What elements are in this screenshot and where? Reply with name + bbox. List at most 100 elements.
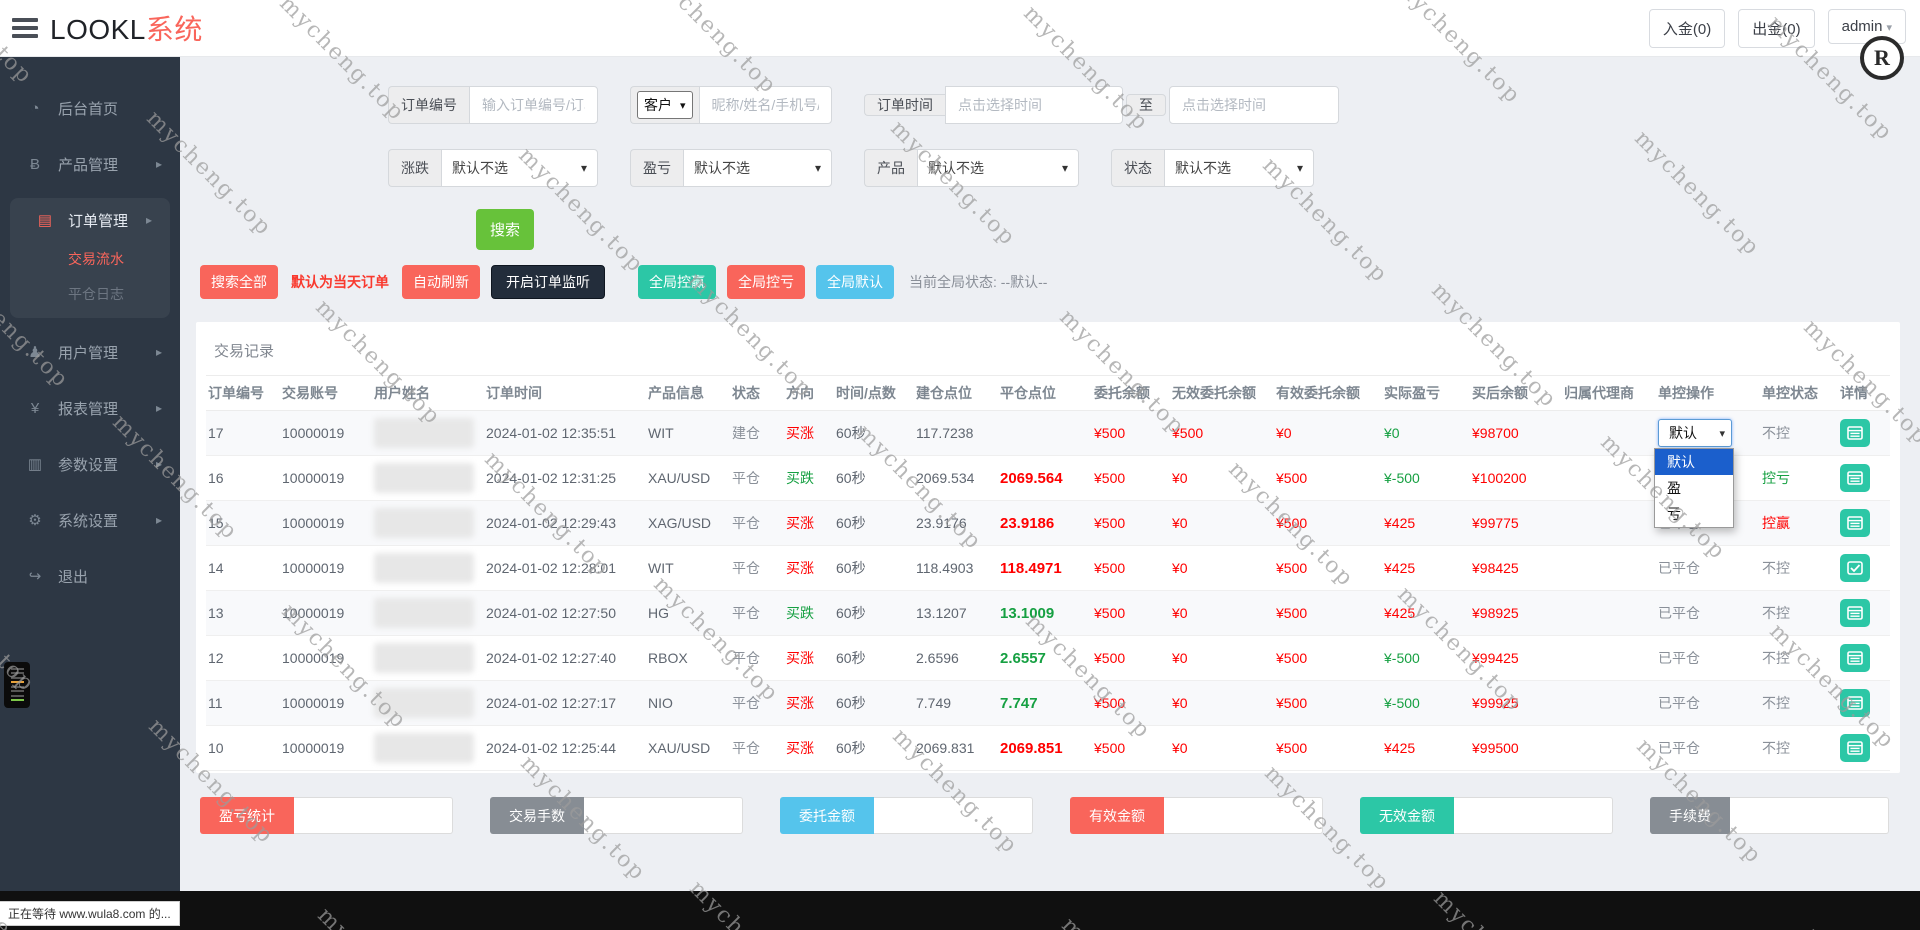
cell-direction: 买涨 xyxy=(784,500,834,546)
withdraw-button[interactable]: 出金(0) xyxy=(1738,9,1815,48)
action-bar: 搜索全部 默认为当天订单 自动刷新 开启订单监听 全局控赢 全局控亏 全局默认 当前全局状态… xyxy=(200,265,1920,299)
sidebar-subitem-close-log[interactable]: 平仓日志 xyxy=(10,277,170,312)
column-header-16: 单控操作 xyxy=(1656,375,1760,411)
cell-control-state: 不控 xyxy=(1760,680,1838,726)
sidebar-item-users[interactable]: ♟ 用户管理 ▸ xyxy=(0,330,180,374)
order-no-label: 订单编号 xyxy=(388,86,469,124)
global-lose-button[interactable]: 全局控亏 xyxy=(727,265,805,299)
cell-valid-entrust: ¥500 xyxy=(1274,545,1382,591)
cell-actual-profit: ¥0 xyxy=(1382,410,1470,456)
deposit-button[interactable]: 入金(0) xyxy=(1648,9,1726,48)
status-select[interactable]: 默认不选 ▾ xyxy=(1164,149,1314,187)
avatar[interactable]: R xyxy=(1860,36,1904,80)
table-row-12: 12 10000019 2024-01-02 12:27:40 RBOX 平仓 买涨 60秒… xyxy=(206,635,1890,681)
cell-direction: 买涨 xyxy=(784,545,834,591)
updown-select[interactable]: 默认不选 ▾ xyxy=(441,149,598,187)
cell-single-control: 已平仓 xyxy=(1656,545,1760,591)
sidebar-subitem-trade-flow[interactable]: 交易流水 xyxy=(10,242,170,277)
global-win-button[interactable]: 全局控赢 xyxy=(638,265,716,299)
cell-single-control: 已平仓 xyxy=(1656,590,1760,636)
global-default-button[interactable]: 全局默认 xyxy=(816,265,894,299)
summary-value-trade-lots[interactable] xyxy=(584,797,743,834)
detail-button[interactable] xyxy=(1840,734,1870,762)
cell-status: 平仓 xyxy=(730,545,784,591)
product-select[interactable]: 默认不选 ▾ xyxy=(917,149,1079,187)
cell-control-state: 控亏 xyxy=(1760,455,1838,501)
detail-button[interactable] xyxy=(1840,464,1870,492)
column-header-3: 订单时间 xyxy=(484,375,646,411)
dropdown-option-2[interactable]: 亏 xyxy=(1655,501,1733,527)
cell-order-time: 2024-01-02 12:25:44 xyxy=(484,725,646,771)
cell-agent xyxy=(1562,410,1656,456)
sidebar-item-home[interactable]: ◔ 后台首页 xyxy=(0,86,180,130)
detail-button[interactable] xyxy=(1840,599,1870,627)
logout-icon: ↪ xyxy=(28,568,42,585)
cell-direction: 买涨 xyxy=(784,410,834,456)
summary-group-trade-lots: 交易手数 xyxy=(490,797,743,834)
cell-detail xyxy=(1838,410,1890,456)
time-to-input[interactable] xyxy=(1169,86,1339,124)
cell-account: 10000019 xyxy=(280,590,372,636)
time-from-input[interactable] xyxy=(945,86,1123,124)
summary-value-pnl-total[interactable] xyxy=(294,797,453,834)
copy-file-icon: ▥ xyxy=(27,456,43,473)
column-header-14: 买后余额 xyxy=(1470,375,1562,411)
cell-control-state: 不控 xyxy=(1760,635,1838,681)
cell-entrust-balance: ¥500 xyxy=(1092,455,1170,501)
single-control-select[interactable]: 默认 ▾ xyxy=(1658,419,1732,447)
summary-value-invalid-amount[interactable] xyxy=(1454,797,1613,834)
detail-button[interactable] xyxy=(1840,509,1870,537)
sidebar-item-orders[interactable]: ▤ 订单管理 ▸ xyxy=(10,198,170,242)
cell-direction: 买涨 xyxy=(784,725,834,771)
sidebar-item-logout[interactable]: ↪ 退出 xyxy=(0,554,180,598)
sidebar-item-reports[interactable]: ¥ 报表管理 ▸ xyxy=(0,386,180,430)
cell-direction: 买跌 xyxy=(784,590,834,636)
auto-refresh-button[interactable]: 自动刷新 xyxy=(402,265,480,299)
customer-input[interactable] xyxy=(698,86,832,124)
logo-suffix: 系统 xyxy=(145,14,203,45)
blurred-username xyxy=(374,508,474,538)
cell-duration: 60秒 xyxy=(834,590,914,636)
sidebar-item-system[interactable]: ⚙ 系统设置 ▸ xyxy=(0,498,180,542)
cell-order-time: 2024-01-02 12:27:40 xyxy=(484,635,646,681)
order-listen-button[interactable]: 开启订单监听 xyxy=(491,265,605,299)
summary-value-valid-amount[interactable] xyxy=(1164,797,1323,834)
sidebar-item-products[interactable]: Ƀ 产品管理 ▸ xyxy=(0,142,180,186)
cell-order-id: 11 xyxy=(206,680,280,726)
user-menu-label: admin xyxy=(1841,18,1883,35)
dropdown-option-0[interactable]: 默认 xyxy=(1655,449,1733,475)
cell-product: XAU/USD xyxy=(646,725,730,771)
profit-select[interactable]: 默认不选 ▾ xyxy=(683,149,832,187)
cell-close-price: 2069.564 xyxy=(998,455,1092,501)
customer-type-select[interactable]: 客户 ▾ xyxy=(637,91,693,119)
arrow-right-icon: ▸ xyxy=(155,513,162,527)
cell-after-balance: ¥99500 xyxy=(1470,725,1562,771)
detail-button[interactable] xyxy=(1840,419,1870,447)
cell-direction: 买涨 xyxy=(784,680,834,726)
cell-detail xyxy=(1838,725,1890,771)
cell-actual-profit: ¥-500 xyxy=(1382,680,1470,726)
search-button[interactable]: 搜索 xyxy=(476,209,535,250)
detail-button[interactable] xyxy=(1840,554,1870,582)
cell-username xyxy=(372,590,484,636)
order-no-input[interactable] xyxy=(469,86,598,124)
hamburger-menu-icon[interactable] xyxy=(12,14,38,42)
cell-username xyxy=(372,680,484,726)
cell-agent xyxy=(1562,545,1656,591)
caret-down-icon: ▾ xyxy=(1296,161,1303,175)
detail-button[interactable] xyxy=(1840,689,1870,717)
summary-value-fee[interactable] xyxy=(1730,797,1889,834)
summary-group-entrust-amount: 委托金额 xyxy=(780,797,1033,834)
sidebar-item-params[interactable]: ▥ 参数设置 ▸ xyxy=(0,442,180,486)
detail-button[interactable] xyxy=(1840,644,1870,672)
summary-label-pnl-total: 盈亏统计 xyxy=(200,797,294,834)
cell-order-id: 12 xyxy=(206,635,280,681)
summary-value-entrust-amount[interactable] xyxy=(874,797,1033,834)
search-all-button[interactable]: 搜索全部 xyxy=(200,265,278,299)
cell-account: 10000019 xyxy=(280,635,372,681)
cell-account: 10000019 xyxy=(280,725,372,771)
cell-valid-entrust: ¥500 xyxy=(1274,725,1382,771)
table-row-10: 10 10000019 2024-01-02 12:25:44 XAU/USD 平仓 买涨… xyxy=(206,725,1890,771)
dropdown-option-1[interactable]: 盈 xyxy=(1655,475,1733,501)
default-today-button[interactable]: 默认为当天订单 xyxy=(289,265,391,299)
